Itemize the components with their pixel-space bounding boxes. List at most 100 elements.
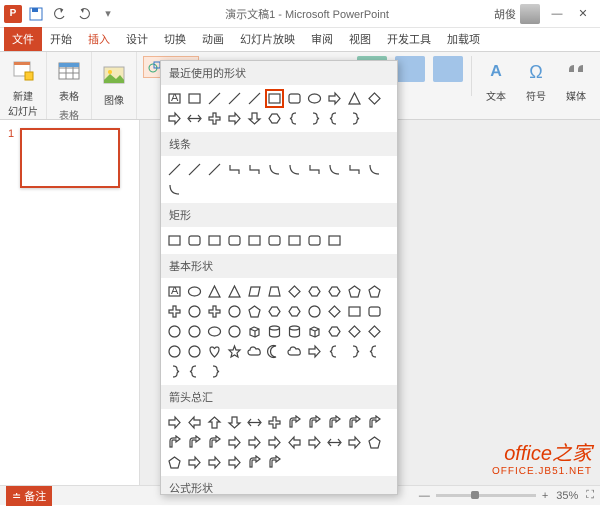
shape-item[interactable] [345, 160, 364, 179]
shape-item[interactable] [205, 433, 224, 452]
shape-item[interactable] [365, 342, 384, 361]
shape-item[interactable] [205, 413, 224, 432]
shape-item[interactable] [225, 160, 244, 179]
shape-item[interactable] [365, 89, 384, 108]
shape-item[interactable] [185, 322, 204, 341]
shape-item[interactable] [345, 433, 364, 452]
media-button[interactable]: 媒体 [560, 56, 592, 105]
shape-item[interactable] [185, 453, 204, 472]
shape-item[interactable] [365, 413, 384, 432]
shape-item[interactable] [185, 89, 204, 108]
shape-item[interactable] [305, 413, 324, 432]
ribbon-icon[interactable] [433, 56, 463, 82]
shape-item[interactable] [265, 433, 284, 452]
shape-item[interactable] [165, 453, 184, 472]
shape-item[interactable] [205, 231, 224, 250]
tab-animation[interactable]: 动画 [194, 27, 232, 51]
shape-item[interactable] [245, 302, 264, 321]
shape-item[interactable] [285, 413, 304, 432]
shape-item[interactable] [365, 282, 384, 301]
shape-item[interactable] [285, 433, 304, 452]
shape-item[interactable] [345, 282, 364, 301]
tab-transition[interactable]: 切换 [156, 27, 194, 51]
shape-item[interactable] [245, 322, 264, 341]
redo-icon[interactable] [74, 4, 94, 24]
tab-view[interactable]: 视图 [341, 27, 379, 51]
shape-item[interactable] [165, 413, 184, 432]
shape-item[interactable] [245, 109, 264, 128]
shape-item[interactable] [265, 282, 284, 301]
shape-item[interactable] [285, 160, 304, 179]
shape-item[interactable] [265, 342, 284, 361]
undo-icon[interactable] [50, 4, 70, 24]
tab-design[interactable]: 设计 [118, 27, 156, 51]
tab-developer[interactable]: 开发工具 [379, 27, 439, 51]
shape-item[interactable] [205, 342, 224, 361]
slide-thumbnail[interactable] [20, 128, 120, 188]
shape-item[interactable] [305, 282, 324, 301]
shape-item[interactable] [285, 89, 304, 108]
shape-item[interactable] [345, 89, 364, 108]
shape-item[interactable] [165, 180, 184, 199]
shape-item[interactable] [345, 413, 364, 432]
shape-item[interactable] [185, 282, 204, 301]
shape-item[interactable] [345, 302, 364, 321]
zoom-out[interactable]: ― [419, 490, 430, 502]
new-slide-button[interactable]: 新建 幻灯片 [6, 56, 40, 120]
shape-item[interactable] [265, 160, 284, 179]
shape-item[interactable] [265, 231, 284, 250]
shape-item[interactable] [325, 302, 344, 321]
tab-review[interactable]: 审阅 [303, 27, 341, 51]
shape-item[interactable] [185, 413, 204, 432]
shape-item[interactable] [225, 302, 244, 321]
table-button[interactable]: 表格 [53, 56, 85, 105]
shape-item[interactable] [305, 89, 324, 108]
shape-item[interactable] [205, 282, 224, 301]
user-avatar[interactable] [520, 4, 540, 24]
minimize-button[interactable]: ― [544, 4, 570, 24]
shape-item[interactable] [305, 322, 324, 341]
shape-item[interactable] [285, 322, 304, 341]
shape-item[interactable] [325, 342, 344, 361]
shape-item[interactable] [325, 433, 344, 452]
shape-item[interactable] [265, 453, 284, 472]
shape-item[interactable] [245, 342, 264, 361]
shape-item[interactable] [165, 109, 184, 128]
notes-button[interactable]: ≐ 备注 [6, 486, 52, 506]
shape-item[interactable] [205, 109, 224, 128]
shape-item[interactable] [225, 453, 244, 472]
shape-item[interactable] [345, 109, 364, 128]
shape-item[interactable] [165, 362, 184, 381]
shape-item[interactable]: A [165, 282, 184, 301]
shape-item[interactable] [345, 342, 364, 361]
fit-button[interactable]: ⛶ [586, 489, 594, 502]
shape-item[interactable] [285, 342, 304, 361]
shape-item[interactable] [245, 282, 264, 301]
shape-item[interactable] [205, 362, 224, 381]
shape-item[interactable] [365, 322, 384, 341]
shape-item[interactable] [185, 302, 204, 321]
shape-item[interactable] [225, 433, 244, 452]
shape-item[interactable] [225, 342, 244, 361]
shape-item[interactable] [365, 160, 384, 179]
shape-item[interactable] [325, 231, 344, 250]
shape-item[interactable] [265, 322, 284, 341]
tab-insert[interactable]: 插入 [80, 27, 118, 51]
shape-item[interactable] [225, 282, 244, 301]
tab-file[interactable]: 文件 [4, 27, 42, 51]
shape-item[interactable] [365, 433, 384, 452]
shape-item[interactable] [225, 413, 244, 432]
shape-item[interactable] [305, 231, 324, 250]
shape-item[interactable] [165, 302, 184, 321]
shape-item[interactable] [185, 160, 204, 179]
shape-item[interactable] [305, 109, 324, 128]
shape-item[interactable] [225, 109, 244, 128]
tab-addins[interactable]: 加载项 [439, 27, 488, 51]
shape-item[interactable] [285, 282, 304, 301]
text-button[interactable]: A文本 [480, 56, 512, 105]
zoom-slider[interactable] [436, 494, 536, 497]
shape-item[interactable] [305, 342, 324, 361]
tab-slideshow[interactable]: 幻灯片放映 [232, 27, 303, 51]
shape-item[interactable] [325, 109, 344, 128]
zoom-in[interactable]: + [542, 490, 548, 502]
